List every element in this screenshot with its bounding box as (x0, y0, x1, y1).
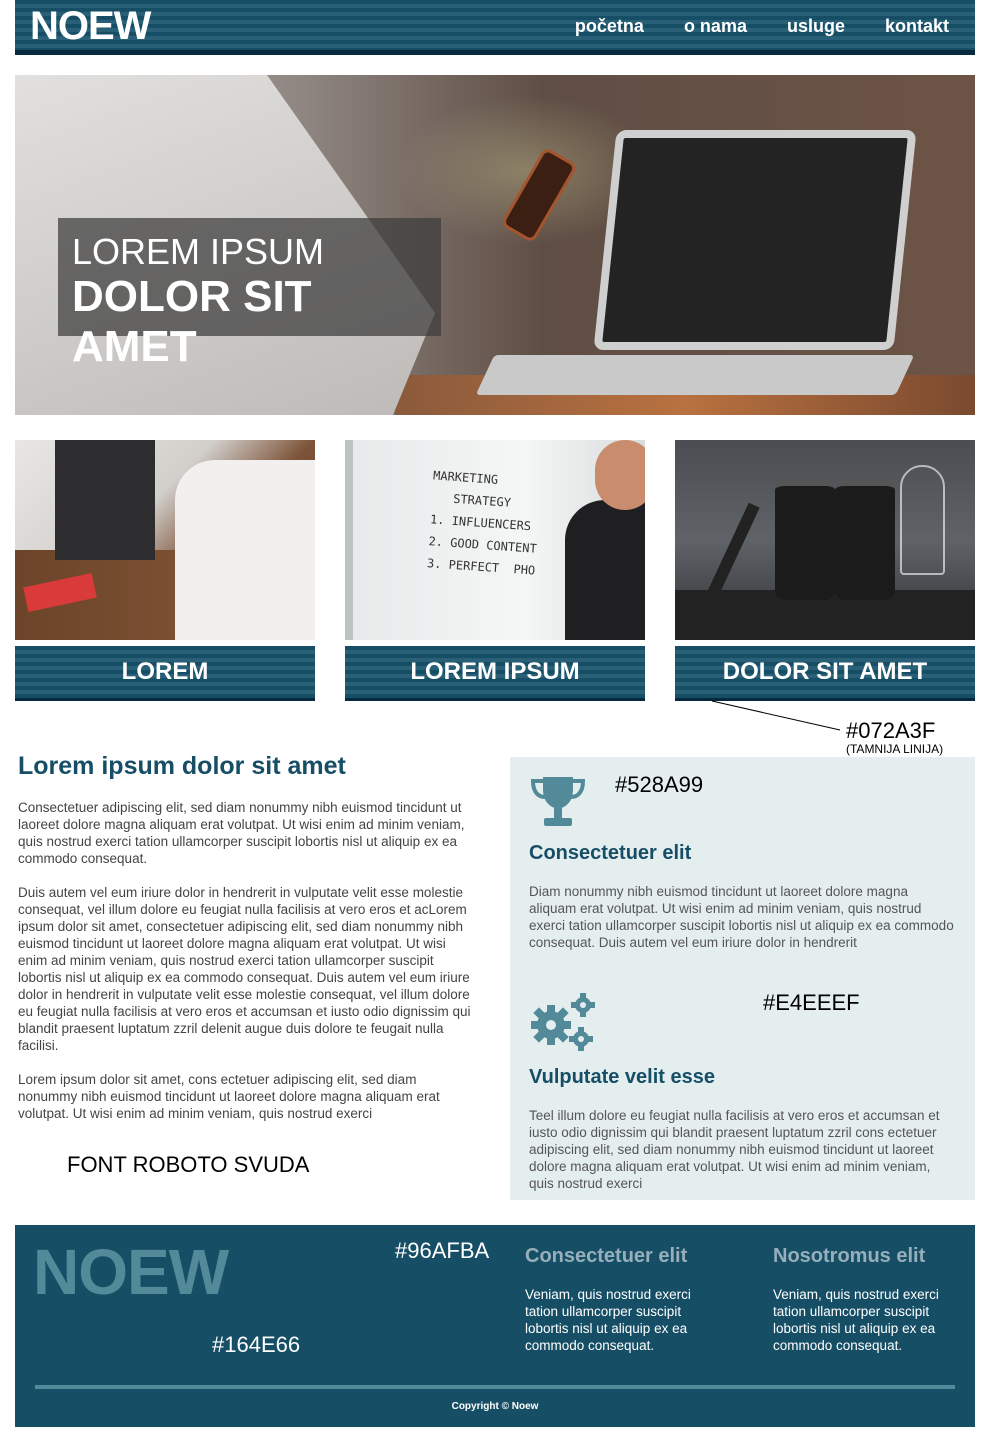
footer-column-2: Nosotromus elit Veniam, quis nostrud exe… (773, 1245, 963, 1354)
main-content: Lorem ipsum dolor sit amet Consectetuer … (18, 752, 478, 1139)
footer-logo[interactable]: NOEW (33, 1235, 229, 1309)
footer-column-1-text: Veniam, quis nostrud exerci tation ullam… (525, 1287, 691, 1353)
trophy-icon (530, 777, 586, 826)
footer-column-1-title: Consectetuer elit (525, 1245, 688, 1267)
main-title: Lorem ipsum dolor sit amet (18, 752, 346, 780)
side-block-1: Consectetuer elit Diam nonummy nibh euis… (529, 775, 956, 951)
side-block-1-text: Diam nonummy nibh euismod tincidunt ut l… (529, 884, 954, 950)
footer-column-1: Consectetuer elit Veniam, quis nostrud e… (525, 1245, 715, 1354)
footer-column-2-title: Nosotromus elit (773, 1245, 926, 1267)
footer-divider (35, 1385, 955, 1389)
annotation-dark-line-color: #072A3F (846, 718, 936, 743)
annotation-icon-color: #528A99 (615, 772, 704, 797)
main-paragraph-1: Consectetuer adipiscing elit, sed diam n… (18, 800, 465, 866)
annotation-footer-bg-color: #164E66 (212, 1332, 301, 1357)
side-panel: Consectetuer elit Diam nonummy nibh euis… (510, 757, 975, 1200)
site-footer: NOEW Consectetuer elit Veniam, quis nost… (15, 1225, 975, 1427)
annotation-font-note: FONT ROBOTO SVUDA (67, 1152, 310, 1177)
side-block-2-text: Teel illum dolore eu feugiat nulla facil… (529, 1108, 940, 1191)
annotation-side-bg-color: #E4EEEF (763, 990, 860, 1015)
side-block-2: Vulputate velit esse Teel illum dolore e… (529, 993, 956, 1192)
main-paragraph-3: Lorem ipsum dolor sit amet, cons ectetue… (18, 1072, 440, 1121)
gears-icon (531, 993, 595, 1051)
footer-column-2-text: Veniam, quis nostrud exerci tation ullam… (773, 1287, 939, 1353)
side-block-2-title: Vulputate velit esse (529, 1066, 715, 1088)
copyright-text: Copyright © Noew (451, 1401, 539, 1412)
annotation-footer-title-color: #96AFBA (395, 1238, 490, 1263)
main-paragraph-2: Duis autem vel eum iriure dolor in hendr… (18, 885, 471, 1053)
annotation-dark-line-note: (TAMNIJA LINIJA) (846, 742, 944, 756)
side-block-1-title: Consectetuer elit (529, 842, 692, 864)
